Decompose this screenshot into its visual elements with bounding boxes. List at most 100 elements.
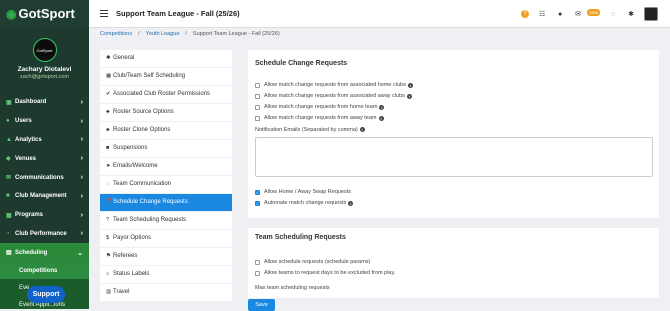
calendar-icon: ▦ bbox=[106, 73, 112, 80]
menu-item-roster-source[interactable]: ♣ Roster Source Options bbox=[100, 103, 232, 122]
info-icon[interactable]: i bbox=[406, 93, 412, 99]
top-icons: ? ☷ ● ✉ 1569 ◌ ✱ bbox=[521, 7, 658, 21]
menu-item-payor-options[interactable]: $ Payor Options bbox=[100, 229, 232, 248]
logo-text: GotSport bbox=[18, 6, 75, 21]
menu-item-roster-permissions[interactable]: ✔ Associated Club Roster Permissions bbox=[100, 85, 232, 104]
checkbox-checked[interactable]: ✓ bbox=[255, 200, 260, 206]
tags-icon: ⌂ bbox=[106, 271, 110, 278]
menu-item-status-labels[interactable]: ⌂ Status Labels bbox=[100, 265, 232, 284]
menu-item-roster-clone[interactable]: ♣ Roster Clone Options bbox=[100, 121, 232, 140]
menu-item-team-scheduling-requests[interactable]: ? Team Scheduling Requests bbox=[100, 211, 232, 230]
sidebar-sub-competitions[interactable]: Competitions bbox=[0, 262, 89, 280]
chevron-right-icon: › bbox=[80, 230, 83, 238]
chevron-right-icon: › bbox=[80, 136, 83, 144]
sidebar-item-analytics[interactable]: ▲ Analytics › bbox=[0, 131, 89, 150]
checkbox[interactable] bbox=[255, 82, 260, 88]
menu-item-suspensions[interactable]: ■ Suspensions bbox=[100, 139, 232, 158]
sidebar-item-club-performance[interactable]: ◔ Club Performance › bbox=[0, 225, 89, 244]
chat-icon: ◌ bbox=[106, 181, 110, 188]
sidebar-item-scheduling[interactable]: ▤ Scheduling ⌄ bbox=[0, 243, 89, 263]
mail-badge: 1569 bbox=[587, 8, 600, 16]
club-icon: ■ bbox=[6, 193, 10, 200]
notification-emails-textarea[interactable] bbox=[255, 137, 653, 177]
sidebar-item-programs[interactable]: ▦ Programs › bbox=[0, 206, 89, 225]
sitemap-icon: ♣ bbox=[106, 127, 110, 134]
breadcrumb-separator: / bbox=[185, 31, 187, 37]
info-icon[interactable]: i bbox=[379, 104, 385, 110]
menu-item-referees[interactable]: ⚑ Referees bbox=[100, 247, 232, 266]
option-swap-requests: ✓ Allow Home / Away Swap Requests bbox=[255, 189, 352, 195]
sidebar-item-venues[interactable]: ◆ Venues › bbox=[0, 149, 89, 168]
venues-icon: ◆ bbox=[6, 156, 11, 163]
top-avatar[interactable] bbox=[644, 7, 658, 21]
sidebar: ◉ GotSport GotSport Zachary Diotalevi zac… bbox=[0, 0, 89, 309]
breadcrumb-youth-league[interactable]: Youth League bbox=[146, 31, 180, 37]
checkbox[interactable] bbox=[255, 93, 260, 99]
help-icon[interactable]: ? bbox=[521, 10, 530, 18]
option-away-clubs: Allow match change requests from associa… bbox=[255, 93, 412, 99]
schedule-change-panel: Schedule Change Requests Allow match cha… bbox=[248, 50, 659, 218]
scheduling-icon: ▤ bbox=[6, 250, 12, 257]
users-icon: ● bbox=[6, 118, 10, 125]
checkbox[interactable] bbox=[255, 104, 260, 110]
hamburger-menu-icon[interactable] bbox=[100, 9, 108, 18]
sitemap-icon: ♣ bbox=[106, 109, 110, 116]
checkbox[interactable] bbox=[255, 115, 260, 121]
option-schedule-requests: Allow schedule requests (schedule params… bbox=[255, 259, 370, 265]
menu-item-team-communication[interactable]: ◌ Team Communication bbox=[100, 175, 232, 194]
sidebar-item-dashboard[interactable]: ▣ Dashboard › bbox=[0, 93, 89, 112]
notification-emails-label: Notification Emails (Separated by comma)… bbox=[255, 127, 365, 133]
list-icon[interactable]: ☷ bbox=[537, 10, 547, 18]
performance-icon: ◔ bbox=[6, 230, 10, 237]
question-circle-icon: ? bbox=[106, 217, 110, 224]
save-button[interactable]: Save bbox=[248, 299, 275, 311]
chevron-right-icon: › bbox=[80, 117, 83, 125]
user-email: zach@gotsport.com bbox=[20, 74, 69, 80]
menu-item-emails-welcome[interactable]: ➤ Emails/Welcome bbox=[100, 157, 232, 176]
info-icon[interactable]: i bbox=[359, 127, 365, 132]
chevron-right-icon: › bbox=[80, 192, 83, 200]
chat-icon[interactable]: ◌ bbox=[608, 11, 618, 18]
info-icon[interactable]: i bbox=[348, 200, 354, 206]
checkbox[interactable] bbox=[255, 259, 260, 265]
menu-item-general[interactable]: ✱ General bbox=[100, 50, 232, 68]
breadcrumb-separator: / bbox=[138, 31, 140, 37]
user-box: GotSport Zachary Diotalevi zach@gotsport… bbox=[0, 27, 89, 93]
flag-icon: ⚑ bbox=[106, 253, 111, 260]
chevron-right-icon: › bbox=[80, 155, 83, 163]
gear-icon: ✱ bbox=[106, 55, 111, 62]
logo-area: ◉ GotSport bbox=[0, 0, 89, 27]
menu-item-travel[interactable]: ▥ Travel bbox=[100, 283, 232, 302]
sidebar-item-users[interactable]: ● Users › bbox=[0, 112, 89, 131]
question-circle-icon: ❓ bbox=[106, 199, 113, 206]
square-icon: ■ bbox=[106, 145, 110, 152]
checkbox-checked[interactable]: ✓ bbox=[255, 189, 260, 195]
chevron-right-icon: › bbox=[80, 174, 83, 182]
avatar[interactable]: GotSport bbox=[32, 38, 57, 62]
gear-icon[interactable]: ✱ bbox=[626, 10, 636, 18]
send-icon: ➤ bbox=[106, 163, 111, 170]
menu-item-schedule-change-requests[interactable]: ❓ Schedule Change Requests bbox=[100, 193, 232, 212]
user-icon[interactable]: ● bbox=[555, 11, 565, 18]
user-name: Zachary Diotalevi bbox=[17, 66, 72, 73]
breadcrumb-competitions[interactable]: Competitions bbox=[100, 31, 132, 37]
book-icon: ▥ bbox=[106, 289, 112, 296]
chevron-right-icon: › bbox=[80, 211, 83, 219]
option-automate: ✓ Automate match change requests i bbox=[255, 200, 354, 206]
option-away-team: Allow match change requests from away te… bbox=[255, 115, 384, 121]
info-icon[interactable]: i bbox=[378, 115, 384, 121]
support-button[interactable]: Support bbox=[27, 286, 65, 303]
checkbox[interactable] bbox=[255, 270, 260, 276]
page-title: Support Team League - Fall (25/26) bbox=[116, 9, 240, 18]
chevron-right-icon: › bbox=[80, 98, 83, 106]
menu-item-self-scheduling[interactable]: ▦ Club/Team Self Scheduling bbox=[100, 67, 232, 86]
chevron-down-icon: ⌄ bbox=[77, 249, 83, 257]
sidebar-item-club-management[interactable]: ■ Club Management › bbox=[0, 187, 89, 206]
sidebar-item-communications[interactable]: ✉ Communications › bbox=[0, 168, 89, 187]
mail-icon[interactable]: ✉ bbox=[573, 10, 583, 18]
logo[interactable]: ◉ GotSport bbox=[6, 6, 75, 21]
info-icon[interactable]: i bbox=[407, 82, 413, 88]
analytics-icon: ▲ bbox=[6, 136, 12, 143]
dollar-icon: $ bbox=[106, 235, 110, 242]
dashboard-icon: ▣ bbox=[6, 99, 12, 106]
